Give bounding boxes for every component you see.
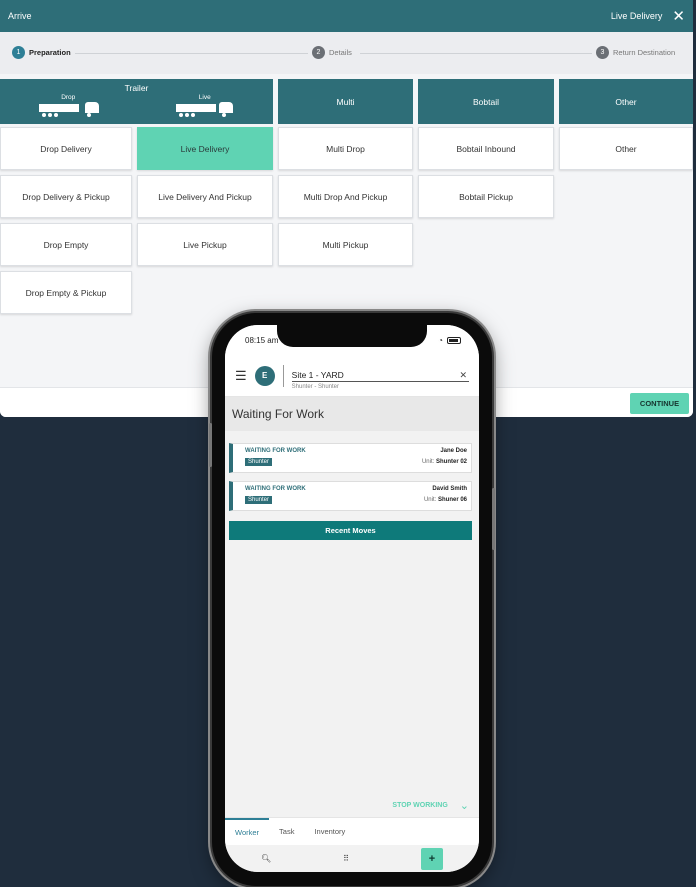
option-drop-delivery[interactable]: Drop Delivery [0, 127, 132, 170]
current-type-label: Live Delivery [610, 11, 663, 21]
tab-task[interactable]: Task [269, 818, 304, 845]
option-live-pickup[interactable]: Live Pickup [137, 223, 273, 266]
battery-icon [447, 336, 461, 344]
chevron-down-icon[interactable]: ⌄ [460, 799, 469, 812]
column-bobtail: Bobtail [418, 79, 554, 124]
step-number: 1 [12, 46, 25, 59]
trailer-live: Live [175, 94, 234, 117]
stop-working-bar: STOP WORKING ⌄ [225, 795, 479, 815]
phone-screen: 08:15 am ◔ ☰ E Site 1 - YARD Shunter - S… [225, 325, 479, 872]
option-drop-delivery-pickup[interactable]: Drop Delivery & Pickup [0, 175, 132, 218]
dialog-title: Arrive [8, 11, 32, 21]
close-icon[interactable]: ✕ [672, 9, 685, 24]
step-return-destination[interactable]: 3 Return Destination [592, 46, 680, 59]
grid-icon[interactable]: ⠿ [343, 854, 349, 863]
dialog-titlebar: Arrive Live Delivery ✕ [0, 0, 693, 32]
option-bobtail-inbound[interactable]: Bobtail Inbound [418, 127, 554, 170]
site-subtitle: Shunter - Shunter [291, 383, 340, 390]
worker-badge: Shunter [245, 458, 273, 466]
tab-worker[interactable]: Worker [225, 818, 270, 845]
worker-status: WAITING FOR WORK [245, 448, 306, 454]
worker-status: WAITING FOR WORK [245, 486, 306, 492]
option-bobtail-pickup[interactable]: Bobtail Pickup [418, 175, 554, 218]
stepper: 1 Preparation 2 Details 3 Return Destina… [0, 32, 693, 74]
recent-moves-button[interactable]: Recent Moves [229, 521, 472, 540]
phone-mockup: 08:15 am ◔ ☰ E Site 1 - YARD Shunter - S… [209, 313, 495, 886]
worker-badge: Shunter [245, 496, 273, 504]
worker-name: David Smith [432, 486, 467, 492]
trailer-drop-label: Drop [61, 94, 76, 101]
step-details[interactable]: 2 Details [308, 46, 356, 59]
step-label: Preparation [29, 48, 71, 57]
column-multi: Multi [278, 79, 413, 124]
step-label: Details [329, 48, 352, 57]
step-number: 2 [312, 46, 325, 59]
worker-card[interactable]: WAITING FOR WORK Shunter Jane Doe Unit: … [229, 443, 472, 473]
step-number: 3 [596, 46, 609, 59]
option-drop-empty[interactable]: Drop Empty [0, 223, 132, 266]
site-name: Site 1 - YARD [291, 369, 344, 380]
truck-drop-icon [39, 101, 100, 117]
wifi-icon: ◔ [438, 335, 443, 345]
search-icon[interactable]: 🔍︎ [261, 854, 271, 863]
option-live-delivery[interactable]: Live Delivery [137, 127, 273, 170]
site-selector[interactable]: Site 1 - YARD Shunter - Shunter ✕ [291, 369, 469, 390]
step-label: Return Destination [613, 48, 676, 57]
plus-icon[interactable]: + [420, 847, 443, 870]
column-other: Other [559, 79, 693, 124]
clear-site-icon[interactable]: ✕ [459, 370, 467, 381]
continue-button[interactable]: CONTINUE [630, 393, 689, 414]
page-title: Waiting For Work [225, 397, 479, 431]
phone-notch [277, 325, 427, 347]
bottom-nav: 🔍︎ ⠿ + [225, 845, 479, 872]
option-multi-drop-pickup[interactable]: Multi Drop And Pickup [278, 175, 413, 218]
trailer-live-label: Live [198, 94, 211, 101]
option-multi-drop[interactable]: Multi Drop [278, 127, 413, 170]
status-time: 08:15 am [245, 335, 279, 345]
menu-icon[interactable]: ☰ [235, 368, 247, 384]
bottom-tabs: Worker Task Inventory [225, 817, 479, 845]
option-live-delivery-pickup[interactable]: Live Delivery And Pickup [137, 175, 273, 218]
column-trailer: Trailer Drop Live [0, 79, 273, 124]
column-trailer-label: Trailer [124, 83, 149, 93]
option-drop-empty-pickup[interactable]: Drop Empty & Pickup [0, 271, 132, 314]
worker-card[interactable]: WAITING FOR WORK Shunter David Smith Uni… [229, 481, 472, 511]
worker-unit: Unit: Shuner 06 [423, 497, 467, 503]
truck-live-icon [175, 101, 234, 117]
app-bar: ☰ E Site 1 - YARD Shunter - Shunter ✕ [225, 355, 479, 397]
tab-inventory[interactable]: Inventory [304, 818, 355, 845]
step-preparation[interactable]: 1 Preparation [8, 46, 75, 59]
option-other[interactable]: Other [559, 127, 693, 170]
worker-unit: Unit: Shunter 02 [421, 459, 467, 465]
option-multi-pickup[interactable]: Multi Pickup [278, 223, 413, 266]
stop-working-button[interactable]: STOP WORKING [392, 802, 447, 809]
trailer-drop: Drop [39, 94, 100, 117]
worker-name: Jane Doe [440, 448, 467, 454]
app-logo: E [254, 365, 275, 386]
